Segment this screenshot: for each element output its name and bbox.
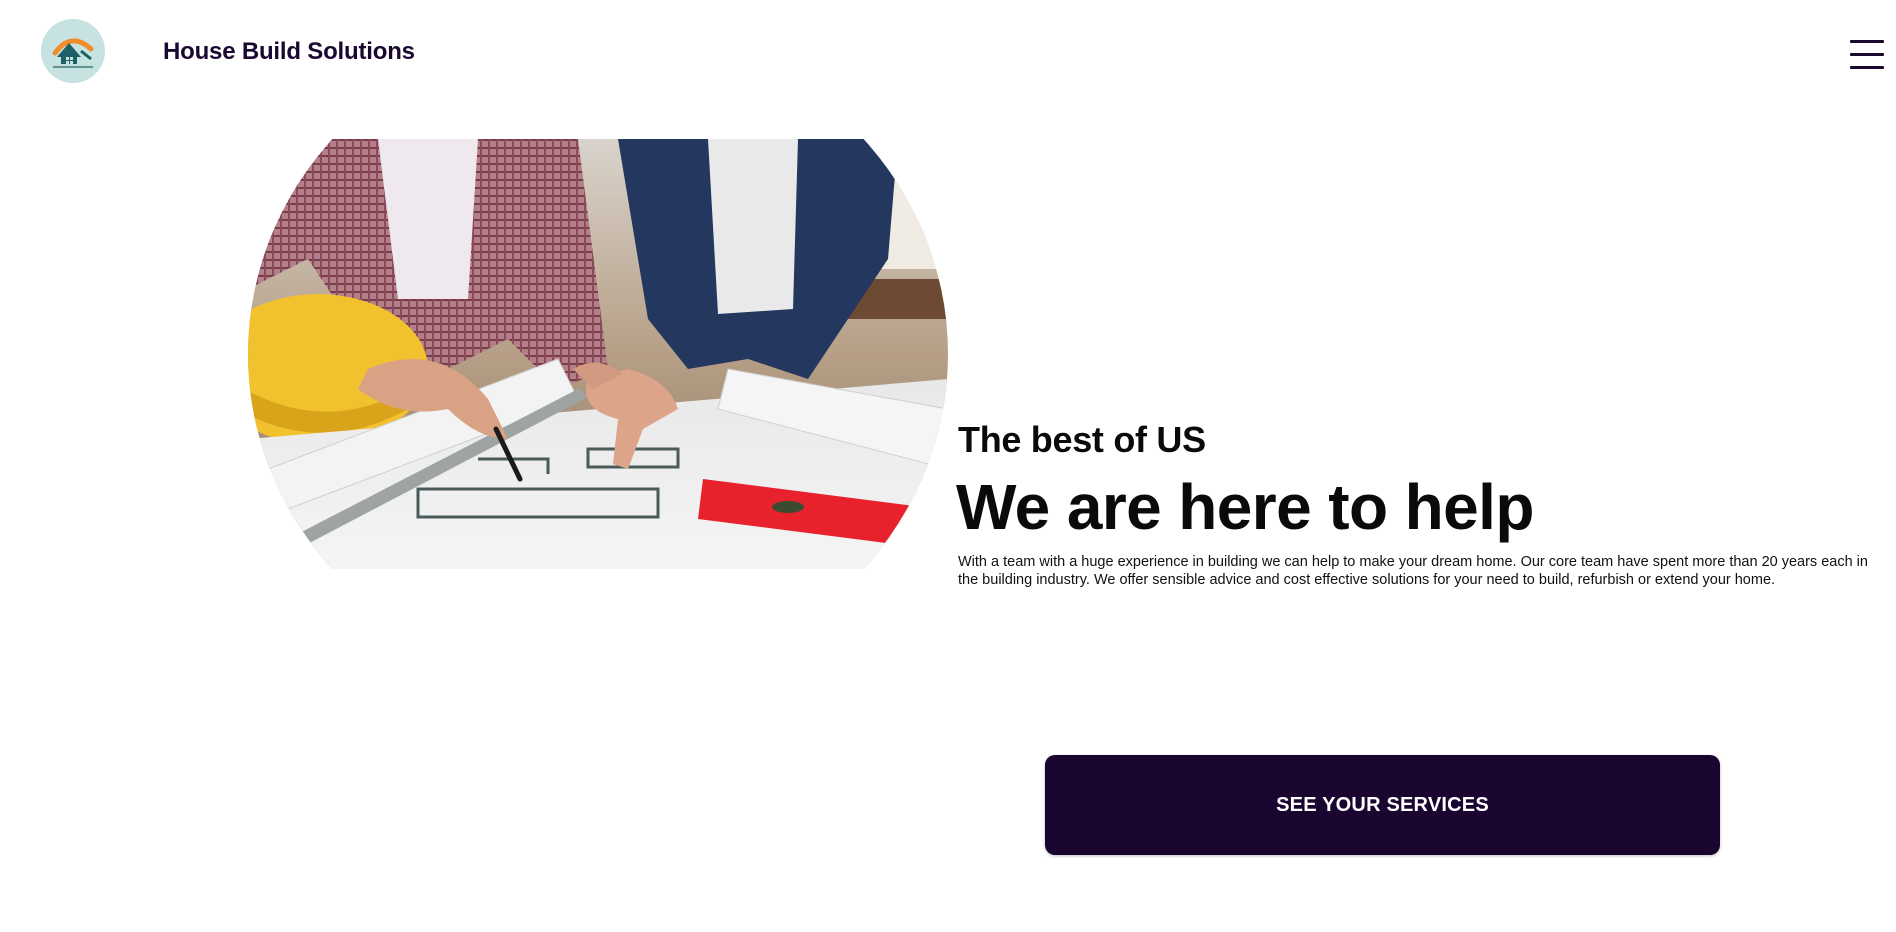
see-your-services-button[interactable]: SEE YOUR SERVICES <box>1045 755 1720 855</box>
page: House Build Solutions The best of US We … <box>0 0 1896 932</box>
hero-subtitle: The best of US <box>958 419 1206 460</box>
architects-reviewing-blueprints-image <box>248 139 948 569</box>
hero-image <box>248 139 948 569</box>
hero-description: With a team with a huge experience in bu… <box>958 554 1868 588</box>
brand-name[interactable]: House Build Solutions <box>163 38 415 66</box>
house-logo-icon <box>41 19 105 83</box>
logo[interactable] <box>41 19 105 83</box>
hamburger-menu-icon[interactable] <box>1850 40 1886 70</box>
site-header: House Build Solutions <box>0 0 1896 106</box>
hero-headline: We are here to help <box>956 471 1534 543</box>
